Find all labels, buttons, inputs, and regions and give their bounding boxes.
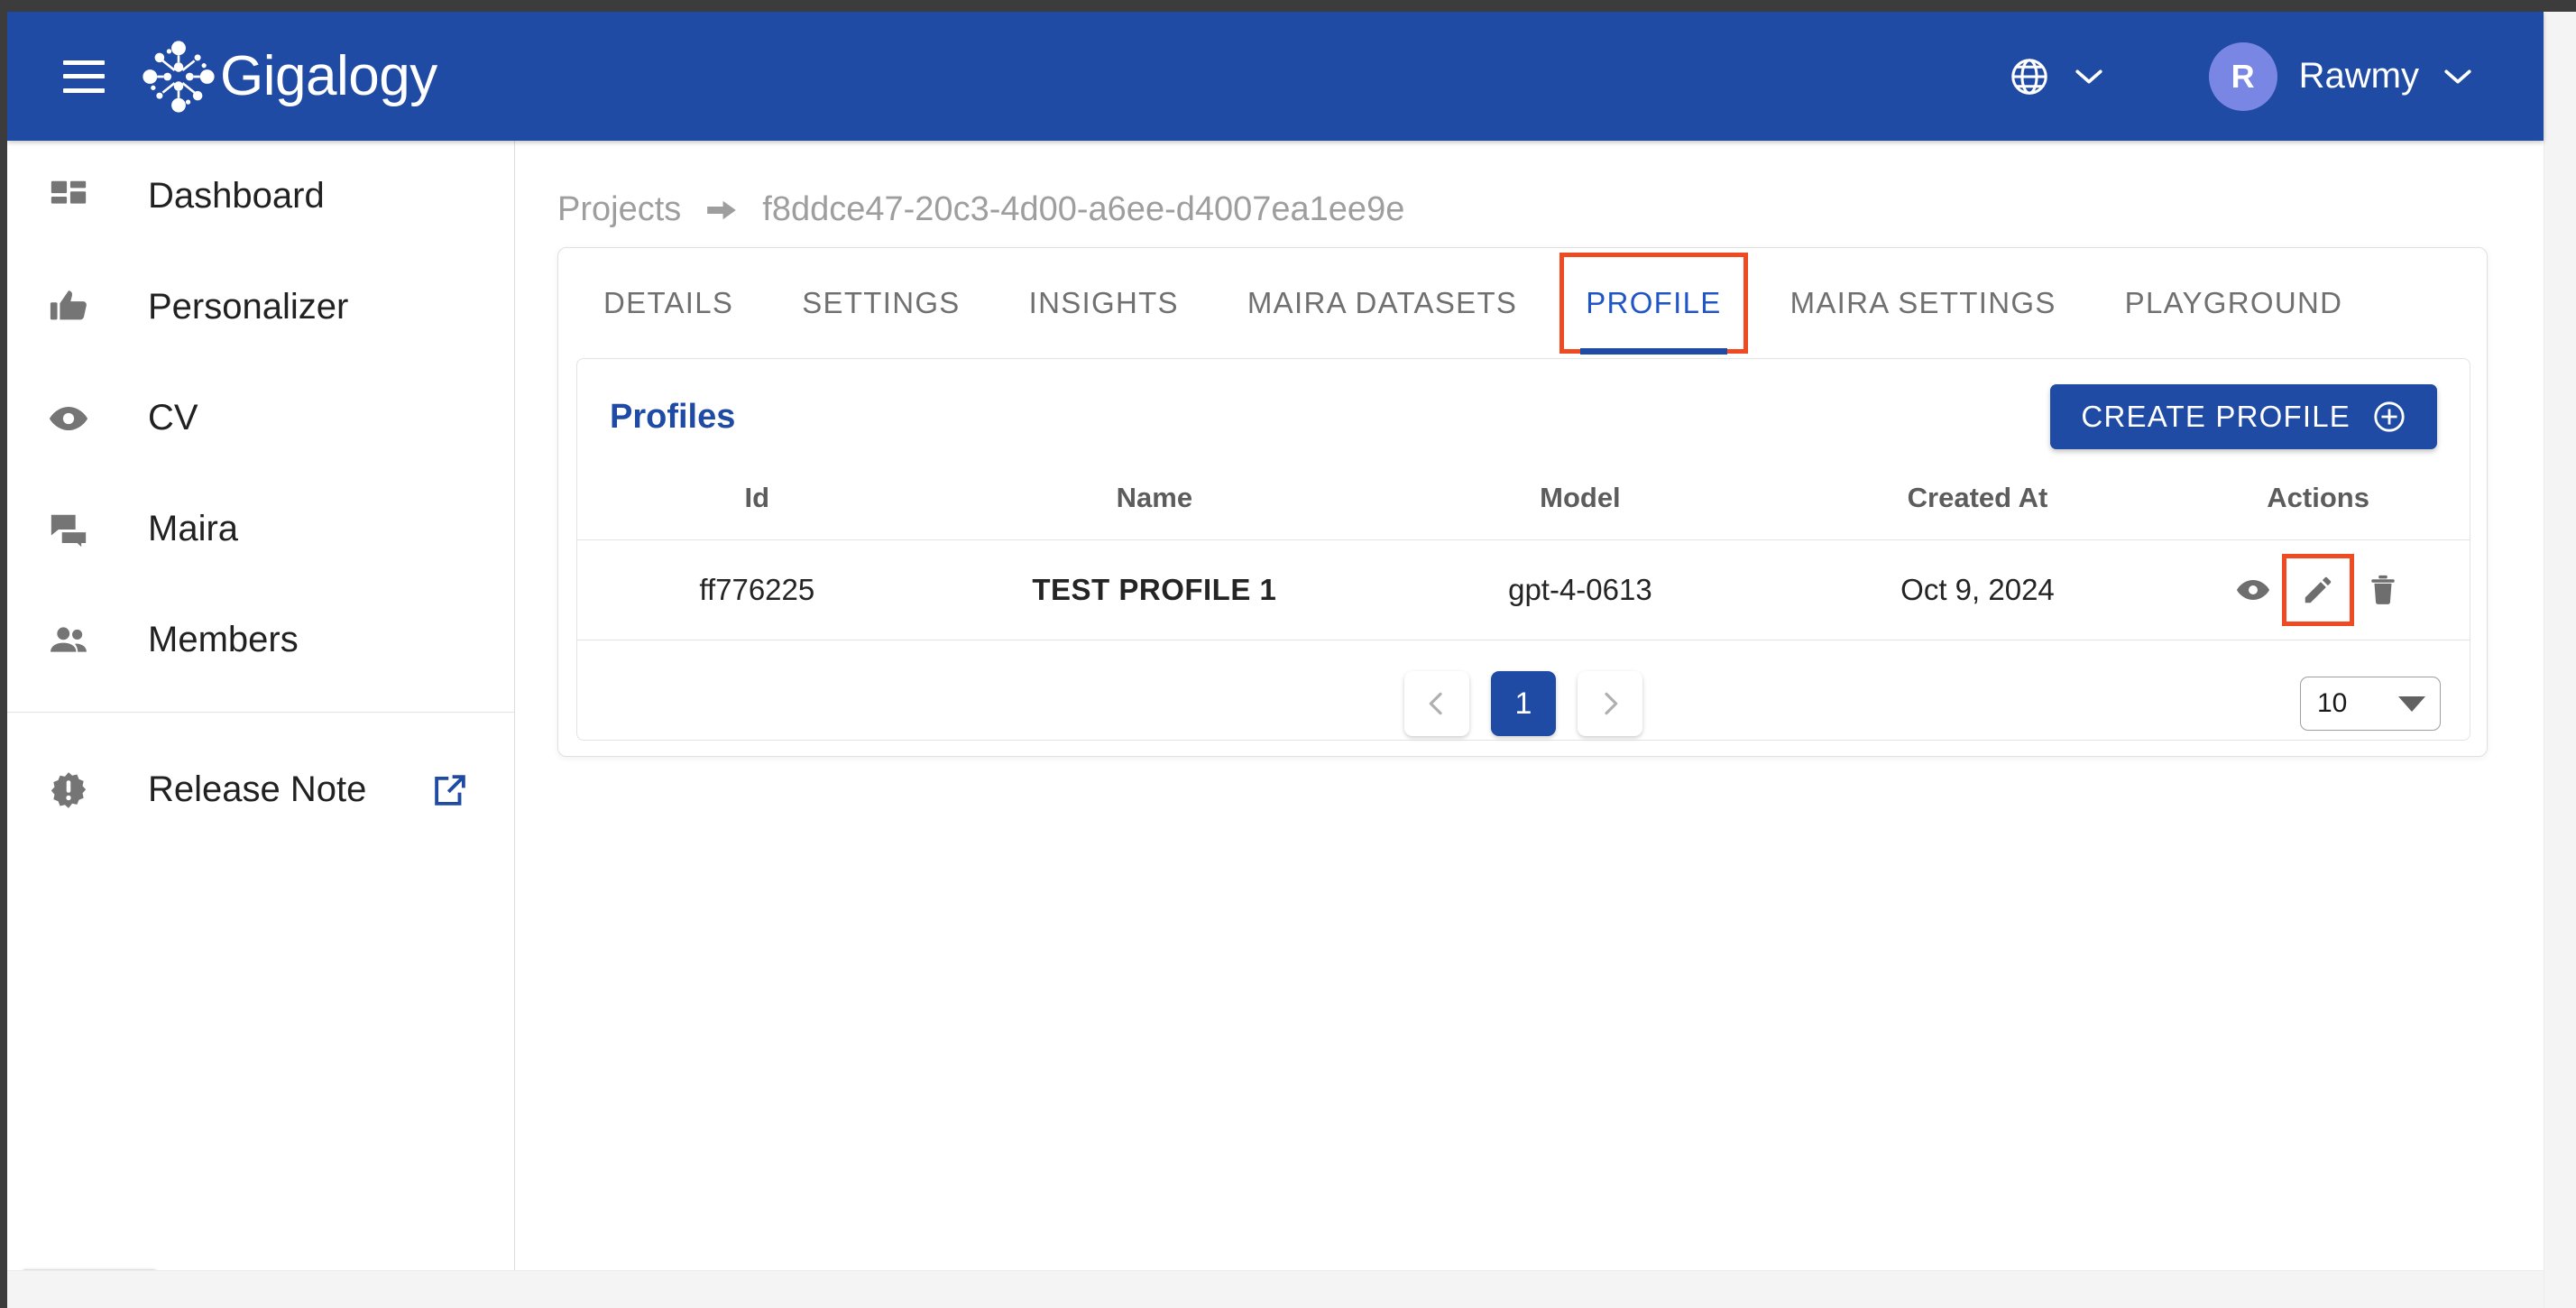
create-profile-button[interactable]: CREATE PROFILE <box>2050 384 2437 449</box>
tab-details[interactable]: DETAILS <box>602 277 735 329</box>
gigalogy-network-logo <box>143 40 215 113</box>
user-name: Rawmy <box>2298 56 2419 96</box>
project-card: DETAILS SETTINGS INSIGHTS MAIRA DATASETS… <box>557 247 2488 757</box>
browser-chrome-top <box>0 0 2576 12</box>
top-app-bar: Gigalogy R Rawmy <box>7 12 2544 141</box>
chevron-left-icon <box>1429 692 1442 715</box>
chevron-down-icon <box>2444 69 2471 84</box>
brand[interactable]: Gigalogy <box>139 37 437 116</box>
create-profile-label: CREATE PROFILE <box>2081 400 2351 433</box>
tab-maira-datasets[interactable]: MAIRA DATASETS <box>1246 277 1519 329</box>
chevron-down-icon <box>2075 69 2102 84</box>
sidebar-item-dashboard[interactable]: Dashboard <box>7 141 514 252</box>
tab-insights[interactable]: INSIGHTS <box>1027 277 1181 329</box>
rows-per-page-select[interactable]: 10 <box>2300 677 2441 731</box>
tab-profile[interactable]: PROFILE <box>1559 253 1748 355</box>
vertical-scrollbar[interactable] <box>2544 12 2576 1308</box>
sidebar-item-label: Maira <box>148 509 239 548</box>
sidebar-item-label: Personalizer <box>148 287 349 327</box>
table-header: Id Name Model Created At Actions <box>577 474 2470 540</box>
app-bar-right: R Rawmy <box>2009 41 2473 111</box>
bottom-strip <box>7 1270 2544 1308</box>
thumbs-up-icon <box>41 281 96 335</box>
column-header-id: Id <box>744 482 770 513</box>
user-menu[interactable]: R Rawmy <box>2208 41 2473 111</box>
avatar: R <box>2208 41 2277 111</box>
triangle-down-icon <box>2398 695 2425 712</box>
pagination-next-button[interactable] <box>1578 671 1642 736</box>
dashboard-grid-icon <box>41 170 96 224</box>
cell-created-at: Oct 9, 2024 <box>1788 539 2167 640</box>
tab-maira-settings[interactable]: MAIRA SETTINGS <box>1789 277 2058 329</box>
people-icon <box>41 613 96 668</box>
breadcrumb-current: f8ddce47-20c3-4d00-a6ee-d4007ea1ee9e <box>762 190 1405 228</box>
sidebar: Dashboard Personalizer CV Maira Members … <box>7 141 515 1308</box>
cell-actions <box>2167 539 2470 640</box>
cell-name[interactable]: TEST PROFILE 1 <box>936 539 1373 640</box>
tab-bar: DETAILS SETTINGS INSIGHTS MAIRA DATASETS… <box>558 248 2487 358</box>
column-header-name: Name <box>1116 482 1193 513</box>
sidebar-item-maira[interactable]: Maira <box>7 474 514 585</box>
language-switcher[interactable] <box>2009 56 2104 97</box>
sidebar-item-label: Members <box>148 620 299 659</box>
pagination-prev-button[interactable] <box>1404 671 1469 736</box>
breadcrumb: Projects f8ddce47-20c3-4d00-a6ee-d4007ea… <box>557 190 2544 229</box>
main-content: Projects f8ddce47-20c3-4d00-a6ee-d4007ea… <box>515 141 2544 1270</box>
table-row[interactable]: ff776225 TEST PROFILE 1 gpt-4-0613 Oct 9… <box>577 539 2470 640</box>
sidebar-item-label: Dashboard <box>148 176 325 216</box>
chat-bubbles-icon <box>41 502 96 557</box>
sidebar-item-cv[interactable]: CV <box>7 363 514 474</box>
chevron-right-icon <box>1605 692 1618 715</box>
plus-circle-icon <box>2374 401 2405 432</box>
profiles-table: Id Name Model Created At Actions ff77622… <box>577 474 2470 640</box>
eye-icon <box>41 391 96 446</box>
table-header-row: Id Name Model Created At Actions <box>577 474 2470 540</box>
breadcrumb-projects-link[interactable]: Projects <box>557 190 681 229</box>
tab-playground[interactable]: PLAYGROUND <box>2123 277 2345 329</box>
tab-settings[interactable]: SETTINGS <box>800 277 961 329</box>
column-header-created-at: Created At <box>1907 482 2048 513</box>
sidebar-divider <box>7 712 514 713</box>
page-title: Profiles <box>610 397 736 436</box>
cell-model: gpt-4-0613 <box>1372 539 1789 640</box>
sidebar-item-release-note[interactable]: Release Note <box>7 734 514 845</box>
row-actions <box>2167 554 2470 626</box>
column-header-actions: Actions <box>2267 482 2369 513</box>
sidebar-item-label: Release Note <box>148 769 367 809</box>
brand-name: Gigalogy <box>220 45 437 107</box>
pencil-edit-icon[interactable] <box>2282 554 2355 626</box>
screen: Gigalogy R Rawmy Dashboard Personalizer … <box>0 0 2576 1308</box>
arrow-right-icon <box>707 200 737 219</box>
rows-per-page-value: 10 <box>2317 688 2348 718</box>
sidebar-item-members[interactable]: Members <box>7 585 514 695</box>
globe-icon <box>2010 58 2047 95</box>
app-page: Gigalogy R Rawmy Dashboard Personalizer … <box>7 12 2576 1308</box>
table-body: ff776225 TEST PROFILE 1 gpt-4-0613 Oct 9… <box>577 539 2470 640</box>
sidebar-item-personalizer[interactable]: Personalizer <box>7 252 514 363</box>
pagination-row: 1 10 <box>577 640 2470 767</box>
badge-exclamation-icon <box>41 763 96 817</box>
sidebar-item-label: CV <box>148 398 198 438</box>
profiles-panel: Profiles CREATE PROFILE Id Name Model Cr… <box>576 358 2470 741</box>
browser-chrome-left <box>0 12 7 1308</box>
pagination: 1 <box>1404 671 1642 736</box>
cell-id: ff776225 <box>577 539 937 640</box>
profiles-panel-header: Profiles CREATE PROFILE <box>577 359 2470 474</box>
eye-icon[interactable] <box>2234 571 2272 609</box>
hamburger-icon[interactable] <box>63 60 105 93</box>
external-link-icon[interactable] <box>431 771 469 809</box>
column-header-model: Model <box>1540 482 1621 513</box>
pagination-page-1[interactable]: 1 <box>1491 671 1556 736</box>
trash-delete-icon[interactable] <box>2364 571 2402 609</box>
